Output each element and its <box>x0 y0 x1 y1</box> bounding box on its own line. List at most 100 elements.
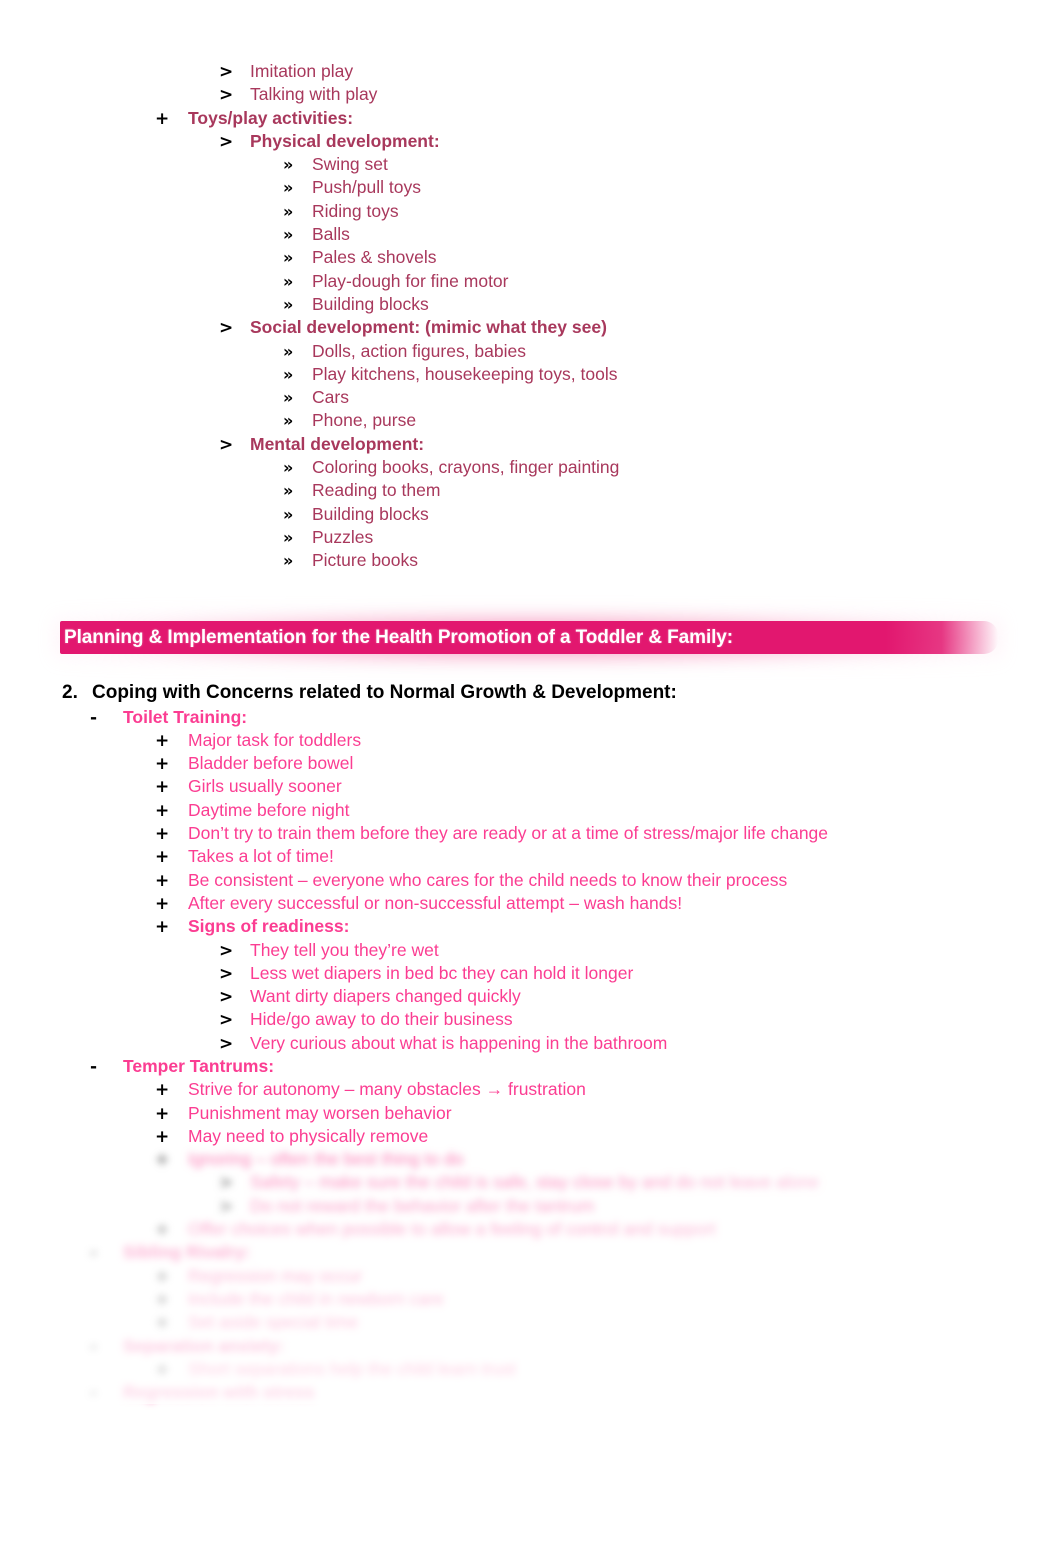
list-item-label: Don’t try to train them before they are … <box>188 823 829 844</box>
double-angle-bullet-icon: » <box>283 341 294 361</box>
list-item: > Talking with play <box>0 83 1062 106</box>
signs-of-readiness-heading: + Signs of readiness: <box>0 915 1062 938</box>
heading-label: Signs of readiness: <box>188 916 350 937</box>
toys-play-activities-section: > Imitation play > Talking with play + T… <box>0 0 1062 573</box>
list-item-label: Building blocks <box>312 293 429 314</box>
list-item: » Reading to them <box>0 479 1062 502</box>
list-item: » Coloring books, crayons, finger paintin… <box>0 456 1062 479</box>
list-item-label: Bladder before bowel <box>188 753 354 774</box>
list-item: + Short separations help the child learn … <box>0 1358 1062 1381</box>
toys-play-activities-heading: + Toys/play activities: <box>0 107 1062 130</box>
list-item: > Do not reward the behavior after the ta… <box>0 1195 1062 1218</box>
chevron-bullet-icon: > <box>219 62 234 82</box>
list-item: + Set aside special time <box>0 1311 1062 1334</box>
list-item: » Building blocks <box>0 293 1062 316</box>
chevron-bullet-icon: > <box>219 1196 234 1217</box>
double-angle-bullet-icon: » <box>283 271 294 291</box>
double-angle-bullet-icon: » <box>283 551 294 571</box>
list-item: » Phone, purse <box>0 409 1062 432</box>
heading-label: Sibling Rivalry: <box>123 1242 251 1263</box>
chevron-bullet-icon: > <box>219 434 234 455</box>
list-item: » Push/pull toys <box>0 176 1062 199</box>
chevron-bullet-icon: > <box>219 85 234 106</box>
list-item: + Bladder before bowel <box>0 752 1062 775</box>
plus-bullet-icon: + <box>155 777 170 798</box>
heading-label: Toilet Training: <box>123 706 248 727</box>
chevron-bullet-icon: > <box>219 940 234 961</box>
list-item-label: Picture books <box>312 550 419 571</box>
list-item-label: Reading to them <box>312 480 441 501</box>
list-item-label: Set aside special time <box>188 1312 359 1333</box>
list-item: > Hide/go away to do their business <box>0 1008 1062 1031</box>
plus-bullet-icon: + <box>155 847 170 868</box>
heading-label: Temper Tantrums: <box>123 1055 275 1076</box>
chevron-bullet-icon: > <box>219 1010 234 1031</box>
list-item-label: Push/pull toys <box>312 177 421 198</box>
double-angle-bullet-icon: » <box>283 504 294 524</box>
list-item-label: Want dirty diapers changed quickly <box>250 986 521 1007</box>
list-item: + Be consistent – everyone who cares for … <box>0 869 1062 892</box>
list-item-label: Talking with play <box>250 84 378 105</box>
list-item-label: Dolls, action figures, babies <box>312 340 526 361</box>
dash-bullet-icon: - <box>90 1336 98 1357</box>
list-item: + Regression may occur <box>0 1265 1062 1288</box>
double-angle-bullet-icon: » <box>283 225 294 245</box>
temper-tantrums-section: - Temper Tantrums: + Strive for autonomy … <box>0 1055 1062 1148</box>
double-angle-bullet-icon: » <box>283 388 294 408</box>
plus-bullet-icon: + <box>155 1150 170 1171</box>
list-item: + Strive for autonomy – many obstacles → … <box>0 1078 1062 1101</box>
plus-bullet-icon: + <box>155 1220 170 1241</box>
chevron-bullet-icon: > <box>219 318 234 339</box>
double-angle-bullet-icon: » <box>283 527 294 547</box>
list-item: » Puzzles <box>0 526 1062 549</box>
dash-bullet-icon: - <box>90 1243 98 1264</box>
double-angle-bullet-icon: » <box>283 155 294 175</box>
list-item: » Swing set <box>0 153 1062 176</box>
list-item: » Play kitchens, housekeeping toys, tools <box>0 363 1062 386</box>
plus-bullet-icon: + <box>155 1266 170 1287</box>
double-angle-bullet-icon: » <box>283 481 294 501</box>
chevron-bullet-icon: > <box>219 1033 234 1054</box>
list-item-label: Safety – make sure the child is safe, st… <box>250 1172 820 1193</box>
list-item-label: Short separations help the child learn t… <box>188 1358 516 1379</box>
plus-bullet-icon: + <box>155 1289 170 1310</box>
list-item: » Balls <box>0 223 1062 246</box>
list-item-label: Regression may occur <box>188 1265 363 1286</box>
double-angle-bullet-icon: » <box>283 294 294 314</box>
list-item: + Offer choices when possible to allow a … <box>0 1218 1062 1241</box>
list-item: + Include the child in newborn care <box>0 1288 1062 1311</box>
list-item: » Dolls, action figures, babies <box>0 340 1062 363</box>
list-item: + Takes a lot of time! <box>0 845 1062 868</box>
heading-label: Separation anxiety: <box>123 1335 285 1356</box>
plus-bullet-icon: + <box>155 917 170 938</box>
list-item-label: Major task for toddlers <box>188 729 362 750</box>
double-angle-bullet-icon: » <box>283 201 294 221</box>
list-item-label: Puzzles <box>312 526 374 547</box>
dash-bullet-icon: - <box>90 707 98 728</box>
dash-bullet-icon: - <box>90 1383 98 1404</box>
list-item-label: May need to physically remove <box>188 1125 429 1146</box>
list-item-label: Play-dough for fine motor <box>312 270 509 291</box>
page-title: Coping with Concerns related to Normal G… <box>92 681 677 703</box>
toilet-training-section: - Toilet Training: + Major task for toddl… <box>0 706 1062 1055</box>
list-item-label: They tell you they’re wet <box>250 939 439 960</box>
document-page: > Imitation play > Talking with play + T… <box>0 0 1062 1556</box>
list-item-label: Swing set <box>312 154 388 175</box>
sibling-rivalry-heading: - Sibling Rivalry: <box>0 1241 1062 1264</box>
list-item-label: Strive for autonomy – many obstacles → f… <box>188 1079 586 1100</box>
list-item: > Less wet diapers in bed bc they can hol… <box>0 962 1062 985</box>
dash-bullet-icon: - <box>90 1056 98 1077</box>
list-item-label: Girls usually sooner <box>188 776 342 797</box>
list-item: > Very curious about what is happening in… <box>0 1032 1062 1055</box>
list-item-label: Very curious about what is happening in … <box>250 1032 668 1053</box>
list-item: » Riding toys <box>0 200 1062 223</box>
list-item-label: Pales & shovels <box>312 247 437 268</box>
list-item: + Punishment may worsen behavior <box>0 1102 1062 1125</box>
plus-bullet-icon: + <box>155 1359 170 1380</box>
plus-bullet-icon: + <box>155 870 170 891</box>
list-item-label: Imitation play <box>250 61 354 81</box>
list-item-label: Takes a lot of time! <box>188 846 334 867</box>
list-item-label: After every successful or non-successful… <box>188 892 683 913</box>
plus-bullet-icon: + <box>155 1080 170 1101</box>
plus-bullet-icon: + <box>155 1313 170 1334</box>
